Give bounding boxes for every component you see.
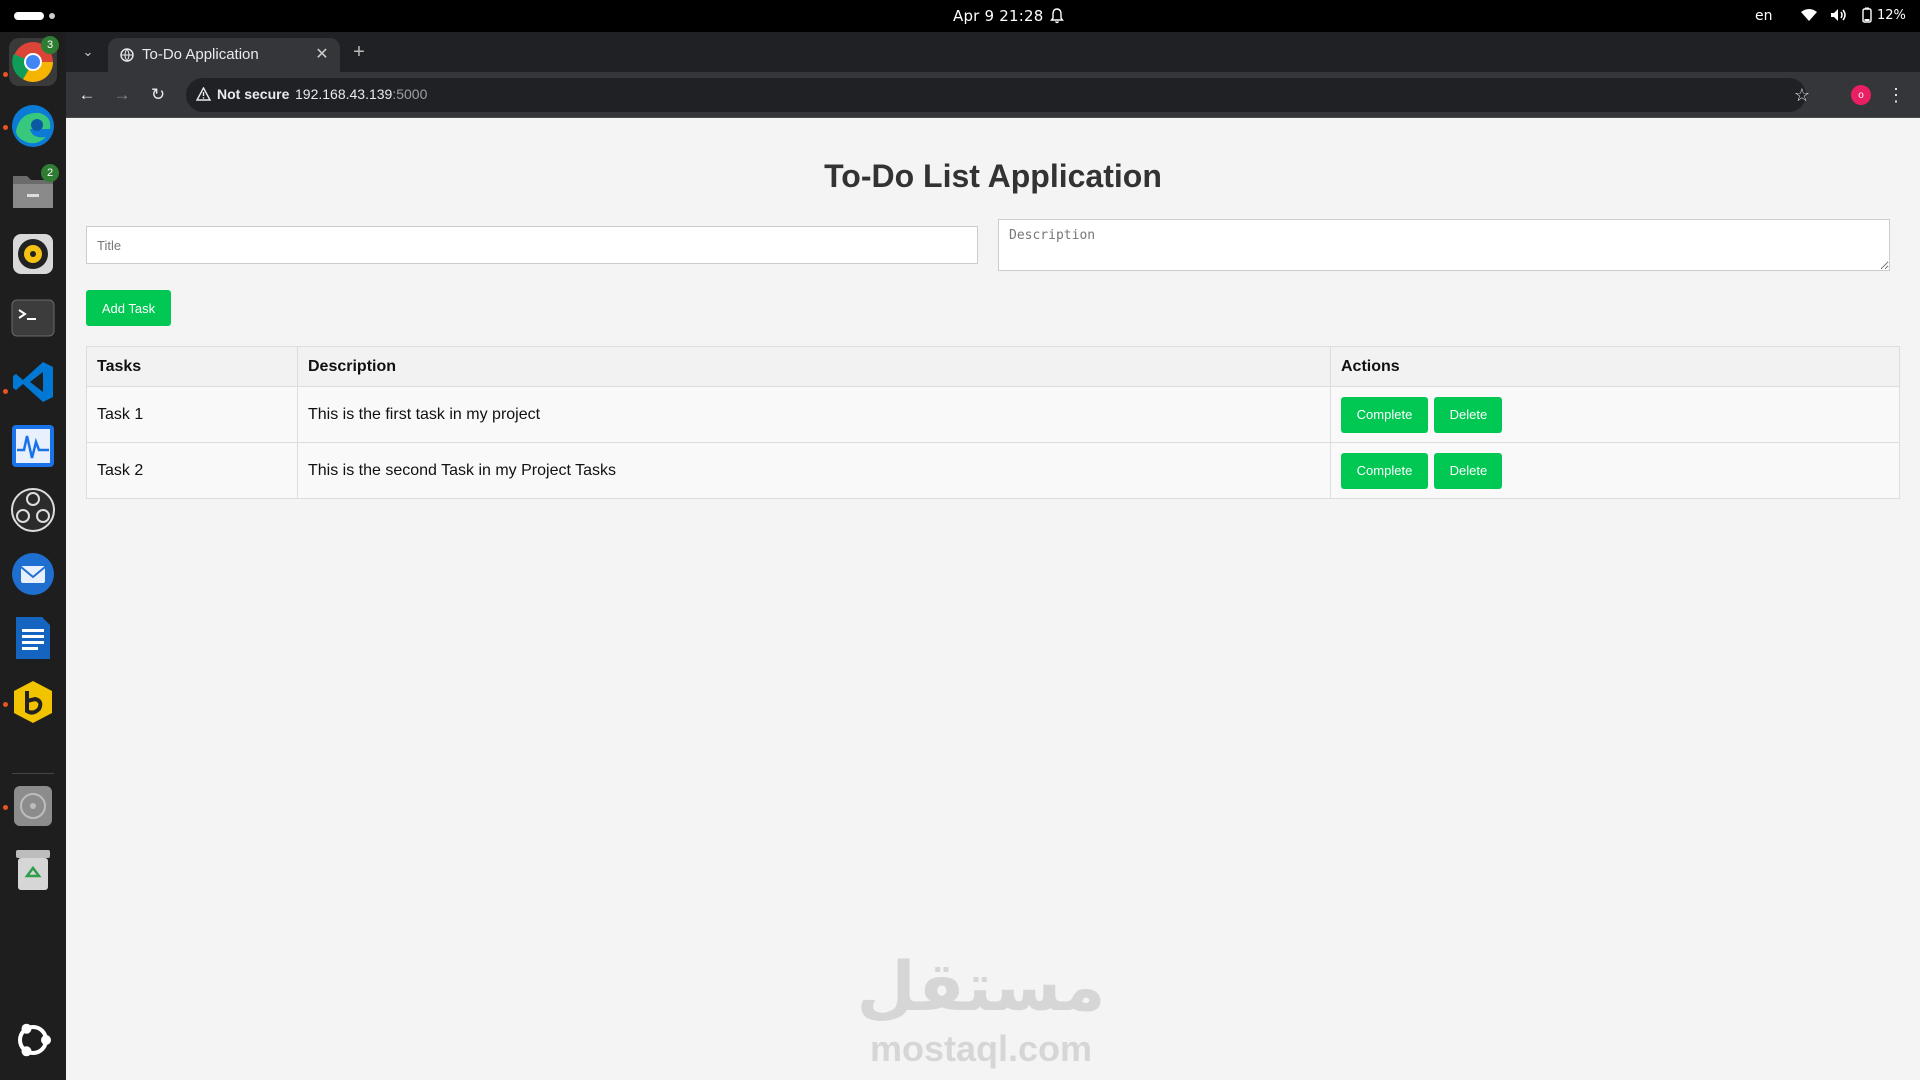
task-name: Task 1 (86, 386, 298, 443)
vscode-icon (13, 362, 53, 402)
watermark-logo: مستقل (856, 948, 1106, 1027)
watermark-text: mostaql.com (869, 1028, 1093, 1069)
notification-bell-icon[interactable] (1050, 8, 1064, 24)
dock-thunderbird[interactable] (9, 550, 57, 598)
dock-vscode[interactable] (9, 358, 57, 406)
dock-obs[interactable] (9, 486, 57, 534)
dock-separator (12, 773, 54, 774)
running-indicator (3, 72, 8, 77)
warning-icon (196, 87, 211, 101)
task-actions: Complete Delete (1330, 386, 1900, 443)
dock-files[interactable]: 2 (9, 164, 59, 214)
keyboard-language[interactable]: en (1755, 8, 1773, 24)
globe-icon (120, 48, 134, 62)
address-bar[interactable]: Not secure 192.168.43.139:5000 (186, 78, 1806, 112)
delete-button[interactable]: Delete (1434, 452, 1503, 489)
title-input[interactable] (86, 226, 978, 264)
system-monitor-icon (12, 425, 54, 467)
application-dock: 3 2 (0, 32, 66, 1080)
battery-icon (1862, 7, 1872, 23)
header-tasks: Tasks (86, 346, 298, 387)
close-tab-icon[interactable]: ✕ (312, 44, 332, 64)
url-port: :5000 (392, 86, 428, 102)
new-tab-plus-icon[interactable]: + (348, 41, 370, 63)
running-indicator (3, 389, 8, 394)
thunderbird-icon (12, 553, 54, 595)
url-host: 192.168.43.139 (295, 86, 393, 102)
tab-search-chevron-icon[interactable]: ⌄ (78, 42, 98, 62)
reload-icon[interactable]: ↻ (146, 83, 170, 107)
security-chip[interactable]: Not secure (196, 86, 289, 102)
edge-icon (12, 105, 54, 147)
dock-writer[interactable] (9, 614, 57, 662)
system-top-bar: Apr 9 21:28 en 12% (0, 0, 1920, 32)
browser-toolbar: ← → ↻ Not secure 192.168.43.139:5000 ☆ o… (66, 72, 1920, 118)
task-name: Task 2 (86, 442, 298, 499)
add-task-button[interactable]: Add Task (86, 290, 171, 326)
complete-button[interactable]: Complete (1341, 452, 1428, 489)
running-indicator (3, 702, 8, 707)
workspace-dot (49, 13, 55, 19)
dock-terminal[interactable] (9, 294, 57, 342)
profile-avatar[interactable]: o (1851, 85, 1871, 105)
table-header-row: Tasks Description Actions (86, 346, 1900, 387)
battery-percentage: 12% (1877, 7, 1906, 23)
chrome-badge: 3 (41, 36, 59, 54)
dock-edge[interactable] (9, 102, 57, 150)
web-page: To-Do List Application Add Task Tasks De… (66, 118, 1920, 1080)
trash-icon (16, 850, 50, 890)
page-title: To-Do List Application (824, 158, 1162, 194)
bitwarden-icon (14, 681, 52, 723)
task-table: Tasks Description Actions Task 1 This is… (86, 346, 1900, 499)
dock-bitwarden[interactable] (9, 678, 57, 726)
terminal-icon (11, 299, 55, 337)
delete-button[interactable]: Delete (1434, 396, 1503, 433)
files-badge: 2 (41, 164, 59, 182)
header-description: Description (297, 346, 1331, 387)
writer-icon (16, 617, 50, 659)
ubuntu-icon (18, 1023, 51, 1057)
disk-icon (14, 786, 52, 826)
dock-trash[interactable] (9, 846, 57, 894)
dock-chrome[interactable]: 3 (9, 36, 59, 86)
kebab-menu-icon[interactable]: ⋮ (1886, 83, 1906, 107)
dock-show-apps[interactable] (9, 1016, 57, 1064)
running-indicator (3, 125, 8, 130)
rhythmbox-icon (13, 234, 53, 274)
task-actions: Complete Delete (1330, 442, 1900, 499)
table-row: Task 1 This is the first task in my proj… (86, 386, 1900, 443)
complete-button[interactable]: Complete (1341, 396, 1428, 433)
activities-indicator[interactable] (14, 12, 44, 20)
table-row: Task 2 This is the second Task in my Pro… (86, 442, 1900, 499)
running-indicator (3, 805, 8, 810)
forward-arrow-icon[interactable]: → (110, 83, 134, 107)
wifi-icon (1801, 9, 1817, 21)
back-arrow-icon[interactable]: ← (75, 83, 99, 107)
security-label: Not secure (217, 86, 290, 102)
browser-tab-bar: ⌄ To-Do Application ✕ + (66, 32, 1920, 72)
bookmark-star-icon[interactable]: ☆ (1790, 83, 1814, 107)
mostaql-watermark: مستقل mostaql.com (841, 948, 1121, 1070)
header-actions: Actions (1330, 346, 1900, 387)
tab-title: To-Do Application (142, 46, 259, 63)
volume-icon (1831, 9, 1846, 21)
system-clock[interactable]: Apr 9 21:28 (953, 7, 1043, 25)
obs-icon (11, 488, 55, 532)
url-text[interactable]: 192.168.43.139:5000 (295, 86, 427, 102)
system-tray[interactable]: 12% (1800, 7, 1906, 23)
dock-rhythmbox[interactable] (9, 230, 57, 278)
task-description: This is the first task in my project (297, 386, 1331, 443)
browser-tab[interactable]: To-Do Application ✕ (108, 38, 340, 72)
description-input[interactable] (998, 219, 1890, 271)
dock-disks[interactable] (9, 782, 57, 830)
dock-system-monitor[interactable] (9, 422, 57, 470)
task-description: This is the second Task in my Project Ta… (297, 442, 1331, 499)
